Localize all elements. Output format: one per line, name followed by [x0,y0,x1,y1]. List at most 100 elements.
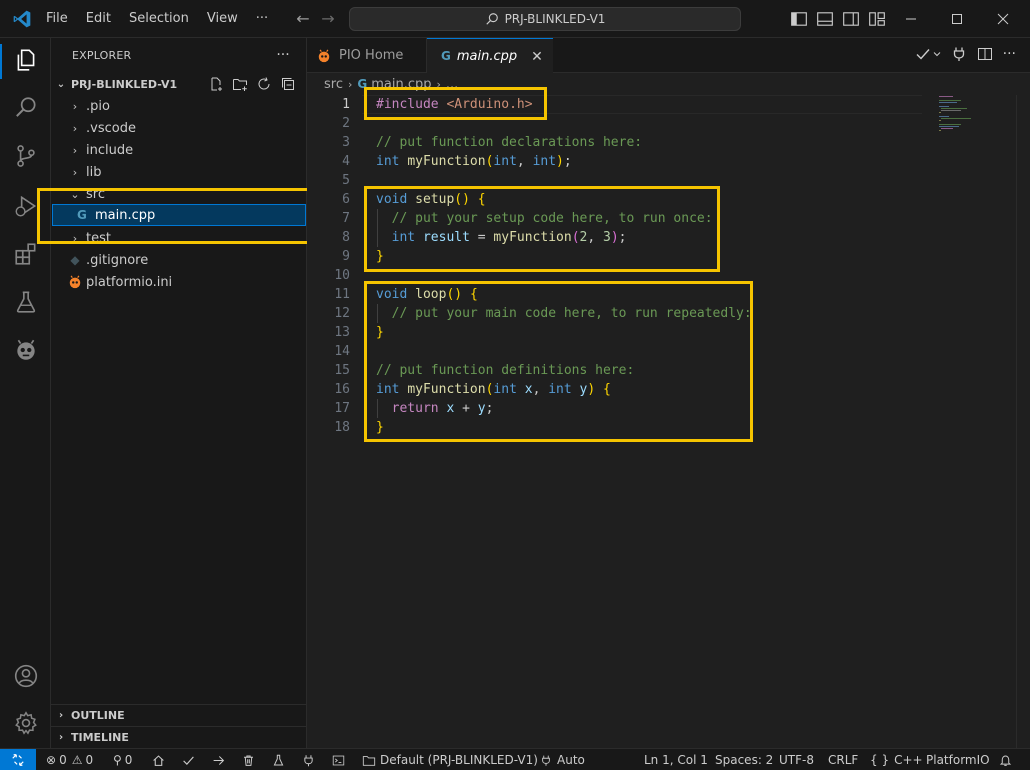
chevron-right-icon: › [58,710,64,721]
line-number: 15 [334,363,350,378]
indentation-status[interactable]: Spaces: 2 [715,749,773,770]
explorer-icon[interactable] [13,47,39,73]
maximize-button[interactable] [934,0,980,38]
menu-more[interactable]: ··· [247,0,277,38]
pio-build-button[interactable] [182,749,195,770]
status-bar: ⊗ 0 ⚠ 0 ⚲ 0 Default (PRJ-BLINKLED-V1) Au… [0,748,1030,770]
line-number: 6 [342,192,350,207]
line-number: 7 [342,211,350,226]
tree-file-platformio-ini[interactable]: platformio.ini [67,271,172,293]
line-number: 9 [342,249,350,264]
back-arrow-icon[interactable]: ← [293,9,313,29]
code-token: , [516,154,533,169]
pio-env-switcher[interactable]: Default (PRJ-BLINKLED-V1) [362,749,538,770]
ports-status[interactable]: ⚲ 0 [113,749,132,770]
tree-item-label: .pio [86,98,110,114]
collapse-all-icon[interactable] [276,74,300,94]
timeline-section-header[interactable]: › TIMELINE [51,726,307,748]
tab-pio-home[interactable]: PIO Home [307,38,427,73]
plug-icon [304,754,313,766]
platformio-icon[interactable] [13,337,39,363]
run-debug-icon[interactable] [13,193,39,219]
pio-clean-button[interactable] [242,749,255,770]
menu-view[interactable]: View [198,0,247,38]
menu-edit[interactable]: Edit [77,0,120,38]
cursor-position[interactable]: Ln 1, Col 1 [644,749,708,770]
pio-test-button[interactable] [272,749,285,770]
pio-upload-button[interactable] [212,749,225,770]
folder-toolbar [204,74,300,94]
bell-icon [999,755,1012,766]
code-token: int [376,154,400,169]
chevron-right-icon: › [58,732,64,743]
pio-monitor-button[interactable] [302,749,315,770]
remote-button[interactable] [0,749,36,770]
line-number: 5 [342,173,350,188]
pio-port-switcher[interactable]: Auto [540,749,585,770]
new-folder-icon[interactable] [228,74,252,94]
pio-terminal-button[interactable] [332,749,345,770]
command-center[interactable]: PRJ-BLINKLED-V1 [349,7,741,31]
line-number: 12 [334,306,350,321]
code-token: // put function declarations here: [376,135,643,150]
line-number: 2 [342,116,350,131]
forward-arrow-icon[interactable]: → [318,9,338,29]
encoding-status[interactable]: UTF-8 [779,749,814,770]
tree-item-label: include [86,142,134,158]
tab-close-icon[interactable]: ✕ [529,49,545,65]
menu-file[interactable]: File [37,0,77,38]
tree-folder-vscode[interactable]: › .vscode [67,117,136,139]
toggle-secondary-sidebar-icon[interactable] [842,10,860,28]
activity-bar [0,38,51,748]
toggle-panel-icon[interactable] [816,10,834,28]
accounts-icon[interactable] [13,663,39,689]
testing-icon[interactable] [13,289,39,315]
search-icon[interactable] [13,95,39,121]
notifications-button[interactable] [999,749,1012,770]
source-control-icon[interactable] [13,143,39,169]
close-window-button[interactable] [980,0,1026,38]
platformio-status[interactable]: PlatformIO [926,749,990,770]
breadcrumb-src[interactable]: src [324,77,343,92]
manage-gear-icon[interactable] [13,710,39,736]
explorer-more-button[interactable]: ··· [274,46,292,64]
port-label: Auto [557,753,585,767]
pio-home-button[interactable] [152,749,165,770]
vertical-scrollbar[interactable] [1016,95,1030,748]
outline-section-header[interactable]: › OUTLINE [51,704,307,726]
cpp-icon: G [441,49,451,63]
platformio-icon [69,275,81,289]
extensions-icon[interactable] [13,241,39,267]
customize-layout-icon[interactable] [868,10,886,28]
chevron-right-icon: › [72,143,78,157]
problems-status[interactable]: ⊗ 0 ⚠ 0 [46,749,93,770]
check-icon[interactable] [915,46,941,62]
line-number: 13 [334,325,350,340]
platformio-icon [318,49,330,62]
highlight-box-include [364,87,547,120]
minimap[interactable] [937,95,1017,135]
menu-selection[interactable]: Selection [120,0,198,38]
minimize-button[interactable] [888,0,934,38]
error-icon: ⊗ [46,753,57,767]
tree-folder-include[interactable]: › include [67,139,133,161]
toggle-primary-sidebar-icon[interactable] [790,10,808,28]
tab-main-cpp[interactable]: G main.cpp ✕ [427,38,553,73]
refresh-icon[interactable] [252,74,276,94]
language-mode[interactable]: { } C++ [870,749,923,770]
terminal-icon [332,755,345,765]
tree-item-label: .vscode [86,120,136,136]
more-actions-icon[interactable]: ··· [1003,46,1016,62]
tree-folder-lib[interactable]: › lib [67,161,102,183]
eol-status[interactable]: CRLF [828,749,858,770]
split-editor-icon[interactable] [977,46,993,62]
check-icon [183,755,194,765]
plug-icon [542,755,550,766]
error-count: 0 [59,753,67,767]
highlight-box-main-cpp [37,188,315,244]
plug-icon[interactable] [951,46,967,62]
tab-label: PIO Home [339,48,404,63]
new-file-icon[interactable] [204,74,228,94]
tree-folder-pio[interactable]: › .pio [67,95,110,117]
tree-file-gitignore[interactable]: ◆ .gitignore [67,249,148,271]
